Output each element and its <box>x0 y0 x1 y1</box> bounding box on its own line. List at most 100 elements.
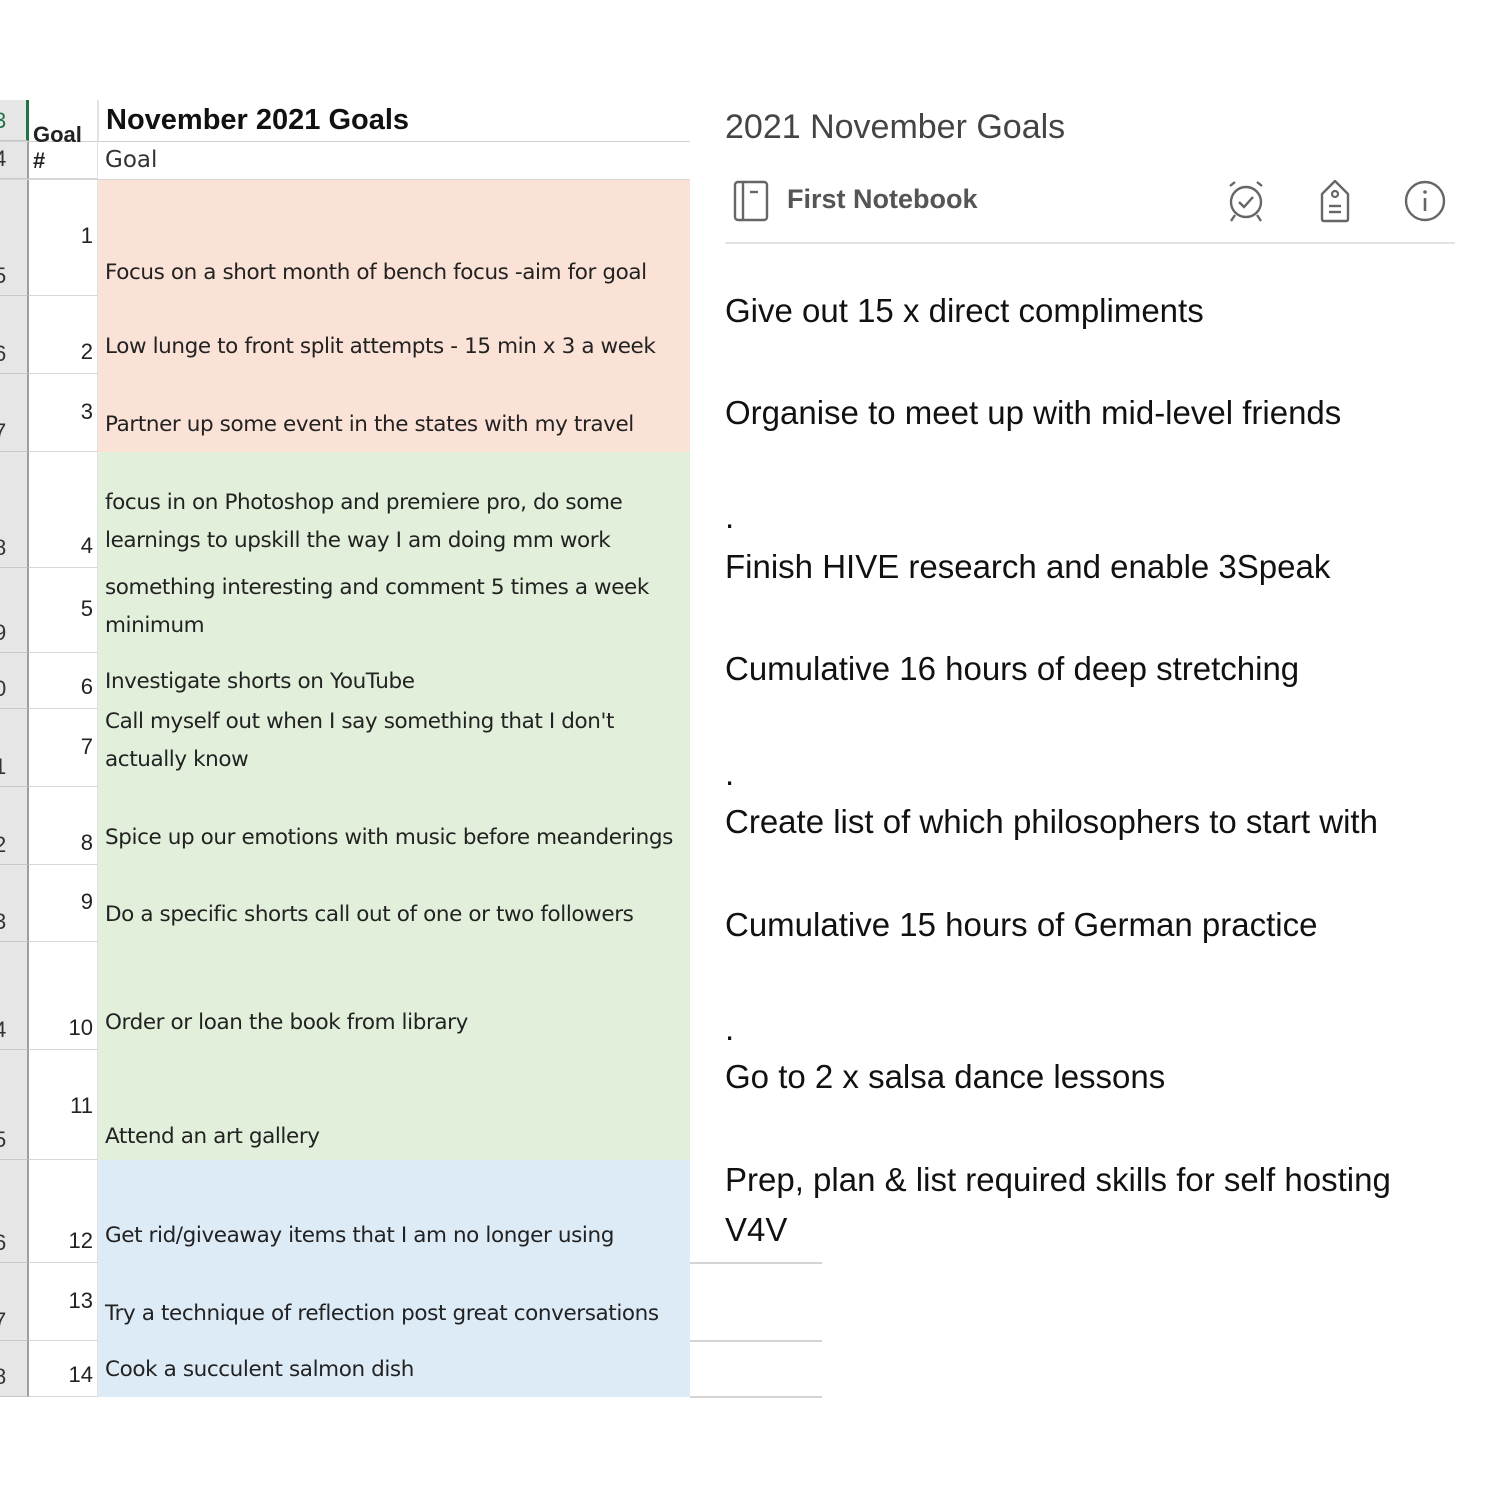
row-header[interactable]: 8 <box>0 452 29 568</box>
row-number: 9 <box>0 620 7 645</box>
goal-text: Do a specific shorts call out of one or … <box>105 902 634 927</box>
notebook-icon[interactable] <box>733 180 769 222</box>
goal-number-cell[interactable]: 7 <box>29 709 98 787</box>
goal-number-cell[interactable]: 11 <box>29 1050 98 1160</box>
goal-number-cell[interactable]: 2 <box>29 296 98 374</box>
table-row: 4 10 Order or loan the book from library <box>0 942 690 1050</box>
gridline <box>690 1396 822 1398</box>
goal-number-cell[interactable]: 6 <box>29 653 98 709</box>
row-header[interactable]: 2 <box>0 787 29 865</box>
goal-text-cell[interactable]: Low lunge to front split attempts - 15 m… <box>98 296 690 374</box>
notebook-name[interactable]: First Notebook <box>787 184 978 215</box>
goal-text: focus in on Photoshop and premiere pro, … <box>105 490 623 553</box>
goal-number-cell[interactable]: 3 <box>29 374 98 452</box>
row-header[interactable]: 5 <box>0 1050 29 1160</box>
row-header[interactable]: 4 <box>0 142 29 179</box>
row-number: 6 <box>0 1230 7 1255</box>
goal-text-cell[interactable]: Get rid/giveaway items that I am no long… <box>98 1160 690 1263</box>
table-row: 7 3 Partner up some event in the states wi… <box>0 374 690 452</box>
goal-number-cell[interactable]: 14 <box>29 1341 98 1397</box>
row-header[interactable]: 1 <box>0 709 29 787</box>
note-line[interactable]: V4V <box>725 1205 787 1255</box>
goal-text-cell[interactable]: Investigate shorts on YouTube <box>98 653 690 709</box>
title-cell[interactable]: November 2021 Goals <box>98 100 698 141</box>
goal-text-cell[interactable]: Attend an art gallery <box>98 1050 690 1160</box>
note-line[interactable]: Organise to meet up with mid-level frien… <box>725 388 1341 438</box>
note-line[interactable]: Create list of which philosophers to sta… <box>725 797 1378 847</box>
goal-number: 13 <box>68 1288 93 1313</box>
note-title[interactable]: 2021 November Goals <box>725 108 1065 147</box>
row-number: 4 <box>0 146 7 171</box>
tag-icon[interactable] <box>1312 178 1358 224</box>
goal-text-cell[interactable]: something interesting and comment 5 time… <box>98 568 690 653</box>
info-icon[interactable] <box>1402 178 1448 224</box>
row-header[interactable]: 0 <box>0 653 29 709</box>
note-separator-dot[interactable]: . <box>725 755 734 793</box>
goal-text: something interesting and comment 5 time… <box>105 575 649 638</box>
sheet-title-row: 3 November 2021 Goals <box>0 100 690 142</box>
goal-text-cell[interactable]: Partner up some event in the states with… <box>98 374 690 452</box>
sheet-header-row: 4 Goal # Goal <box>0 122 690 180</box>
goal-text: Investigate shorts on YouTube <box>105 669 415 694</box>
row-header[interactable]: 7 <box>0 1263 29 1341</box>
goal-text-cell[interactable]: Call myself out when I say something tha… <box>98 709 690 787</box>
row-number: 8 <box>0 1364 7 1389</box>
note-line[interactable]: Give out 15 x direct compliments <box>725 286 1204 336</box>
reminder-alarm-icon[interactable] <box>1223 178 1269 224</box>
goal-header-cell[interactable]: Goal <box>98 142 697 179</box>
table-row: 1 7 Call myself out when I say something t… <box>0 709 690 787</box>
goal-number-cell[interactable]: 8 <box>29 787 98 865</box>
note-line[interactable]: Cumulative 16 hours of deep stretching <box>725 644 1299 694</box>
goal-text-cell[interactable]: Focus on a short month of bench focus -a… <box>98 180 690 296</box>
note-line[interactable]: Prep, plan & list required skills for se… <box>725 1155 1391 1205</box>
note-separator-dot[interactable]: . <box>725 498 734 536</box>
row-number: 0 <box>0 676 7 701</box>
notebook-bar: First Notebook <box>725 172 1455 244</box>
goal-number-cell[interactable]: 1 <box>29 180 98 296</box>
goal-text-cell[interactable]: Do a specific shorts call out of one or … <box>98 865 690 942</box>
goal-number-cell[interactable]: 13 <box>29 1263 98 1341</box>
goal-text-cell[interactable]: Spice up our emotions with music before … <box>98 787 690 865</box>
row-header[interactable]: 6 <box>0 296 29 374</box>
table-row: 6 12 Get rid/giveaway items that I am no l… <box>0 1160 690 1263</box>
goal-number-cell[interactable]: 4 <box>29 452 98 568</box>
note-line[interactable]: Finish HIVE research and enable 3Speak <box>725 542 1330 592</box>
goal-text: Attend an art gallery <box>105 1124 320 1149</box>
goal-text: Low lunge to front split attempts - 15 m… <box>105 334 656 359</box>
goal-num-header: Goal # <box>33 122 82 173</box>
table-row: 8 14 Cook a succulent salmon dish <box>0 1341 690 1397</box>
row-header[interactable]: 3 <box>0 100 29 141</box>
row-header[interactable]: 7 <box>0 374 29 452</box>
goal-number: 5 <box>80 596 93 621</box>
row-header[interactable]: 8 <box>0 1341 29 1397</box>
row-header[interactable]: 4 <box>0 942 29 1050</box>
goal-number: 12 <box>68 1228 93 1253</box>
note-line[interactable]: Go to 2 x salsa dance lessons <box>725 1052 1165 1102</box>
goal-text-cell[interactable]: Order or loan the book from library <box>98 942 690 1050</box>
goal-num-header-cell[interactable]: Goal # <box>29 122 98 179</box>
goal-text: Partner up some event in the states with… <box>105 412 634 437</box>
goal-number-cell[interactable]: 9 <box>29 865 98 942</box>
row-header[interactable]: 5 <box>0 180 29 296</box>
goal-text-cell[interactable]: focus in on Photoshop and premiere pro, … <box>98 452 690 568</box>
goal-text: Order or loan the book from library <box>105 1010 468 1035</box>
note-line[interactable]: Cumulative 15 hours of German practice <box>725 900 1317 950</box>
goal-text-cell[interactable]: Cook a succulent salmon dish <box>98 1341 690 1397</box>
note-separator-dot[interactable]: . <box>725 1010 734 1048</box>
table-row: 6 2 Low lunge to front split attempts - 15… <box>0 296 690 374</box>
row-header[interactable]: 9 <box>0 568 29 653</box>
table-row: 5 1 Focus on a short month of bench focus … <box>0 180 690 296</box>
row-header[interactable]: 3 <box>0 865 29 942</box>
goal-number-cell[interactable]: 10 <box>29 942 98 1050</box>
table-row: 2 8 Spice up our emotions with music befor… <box>0 787 690 865</box>
goal-number-cell[interactable]: 12 <box>29 1160 98 1263</box>
row-header[interactable]: 6 <box>0 1160 29 1263</box>
goal-number: 8 <box>80 830 93 855</box>
goal-number-cell[interactable]: 5 <box>29 568 98 653</box>
goal-text-cell[interactable]: Try a technique of reflection post great… <box>98 1263 690 1341</box>
table-row: 9 5 something interesting and comment 5 ti… <box>0 568 690 653</box>
goal-text: Cook a succulent salmon dish <box>105 1357 414 1382</box>
sheet-title: November 2021 Goals <box>106 104 410 136</box>
goal-header: Goal <box>105 147 158 173</box>
goal-number: 7 <box>80 734 93 759</box>
